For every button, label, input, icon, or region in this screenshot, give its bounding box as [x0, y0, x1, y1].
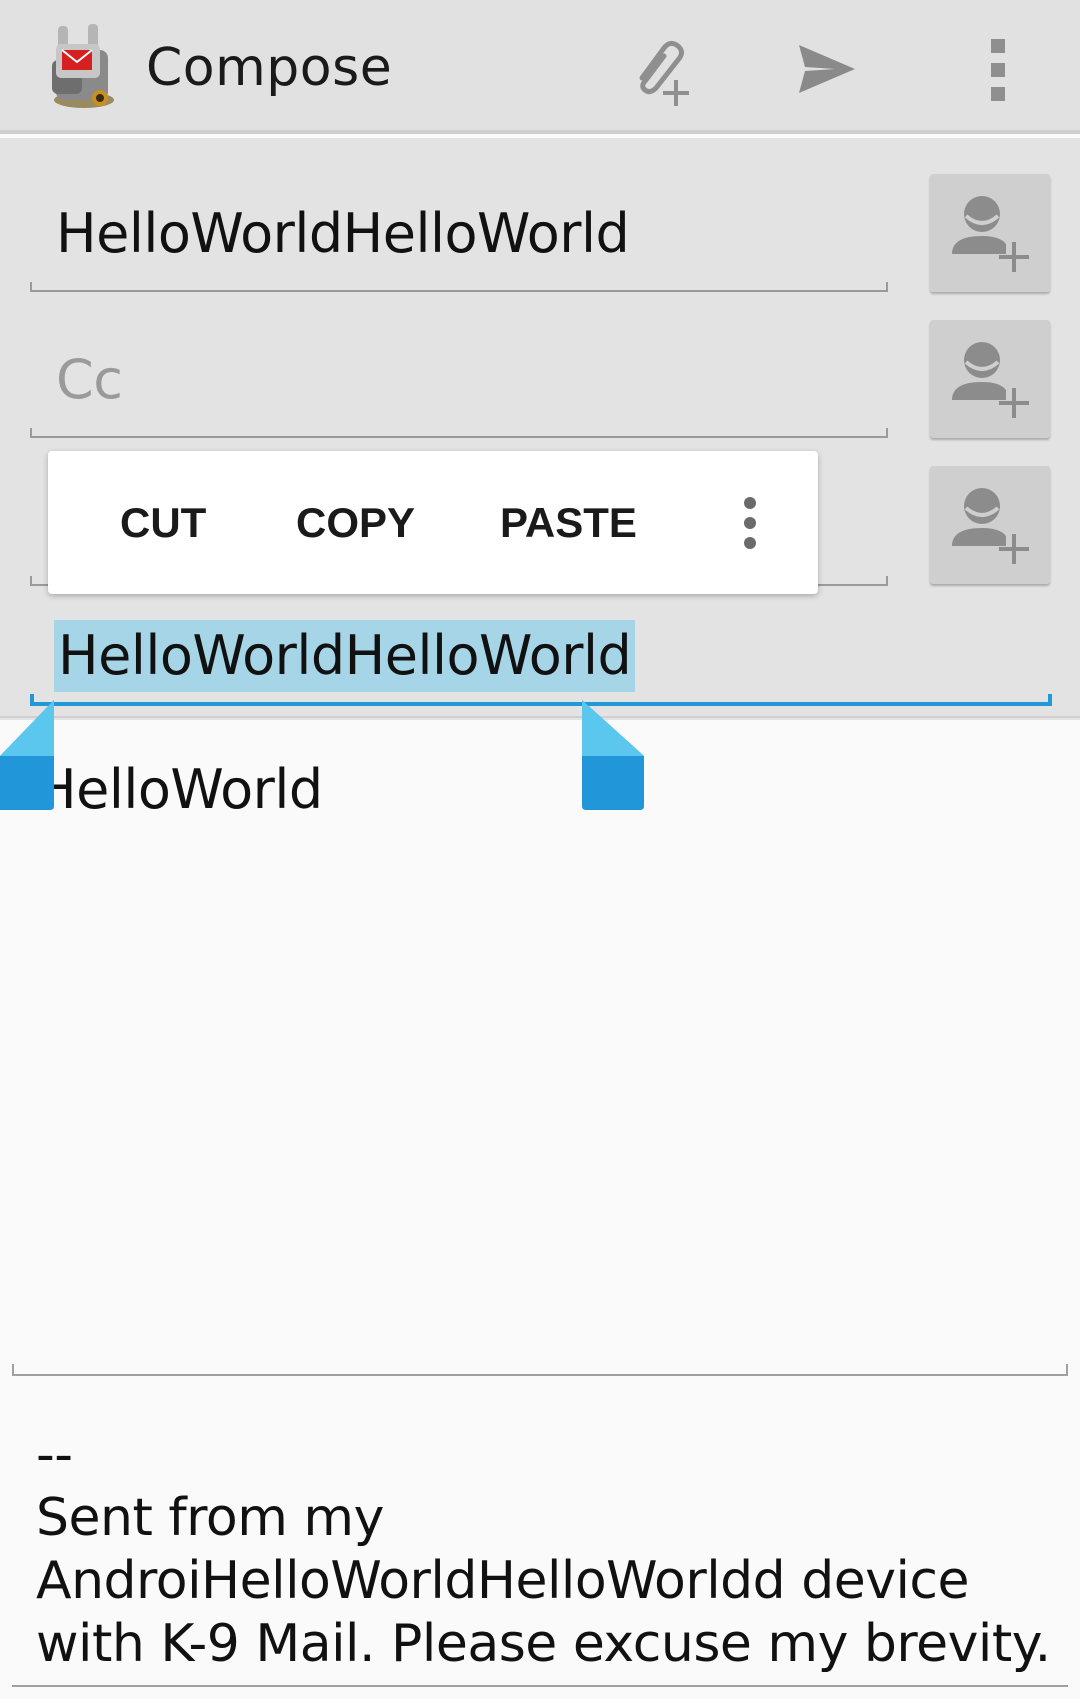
add-to-contact-button[interactable] — [930, 174, 1050, 292]
add-bcc-contact-button[interactable] — [930, 466, 1050, 584]
body-field-underline — [12, 1364, 1068, 1376]
overflow-menu-icon — [991, 39, 1005, 101]
selection-end-handle[interactable] — [580, 700, 644, 810]
subject-field[interactable]: HelloWorldHelloWorld — [30, 620, 1052, 706]
text-selection-popup: CUT COPY PASTE — [48, 451, 818, 594]
cut-button[interactable]: CUT — [120, 451, 206, 594]
add-cc-contact-button[interactable] — [930, 320, 1050, 438]
k9-mail-app-icon[interactable] — [44, 20, 124, 112]
more-vert-icon — [744, 496, 756, 549]
send-button[interactable] — [786, 30, 866, 110]
copy-button[interactable]: COPY — [296, 451, 415, 594]
to-field-underline — [30, 282, 888, 292]
app-title: Compose — [146, 38, 393, 98]
cc-field-placeholder: Cc — [56, 348, 123, 411]
to-field-value: HelloWorldHelloWorld — [56, 202, 630, 265]
to-field[interactable]: HelloWorldHelloWorld — [30, 182, 888, 292]
attach-add-icon — [639, 40, 689, 106]
paste-button[interactable]: PASTE — [500, 451, 637, 594]
cc-field[interactable]: Cc — [30, 328, 888, 438]
add-contact-icon — [952, 342, 1029, 418]
subject-selected-text[interactable]: HelloWorldHelloWorld — [54, 620, 636, 692]
more-options-button[interactable] — [720, 451, 780, 594]
attach-button[interactable] — [620, 30, 700, 110]
message-body[interactable]: HelloWorld — [36, 758, 323, 821]
subject-field-underline — [30, 694, 1052, 706]
signature-field-underline — [12, 1685, 1068, 1687]
signature-field[interactable]: -- Sent from my AndroiHelloWorldHelloWor… — [36, 1424, 1056, 1676]
selection-start-handle[interactable] — [0, 700, 64, 810]
body-divider — [0, 716, 1080, 718]
add-contact-icon — [952, 196, 1029, 272]
send-icon — [799, 45, 855, 93]
overflow-menu-button[interactable] — [958, 30, 1038, 110]
action-bar: Compose — [0, 0, 1080, 134]
cc-field-underline — [30, 428, 888, 438]
add-contact-icon — [952, 488, 1029, 564]
